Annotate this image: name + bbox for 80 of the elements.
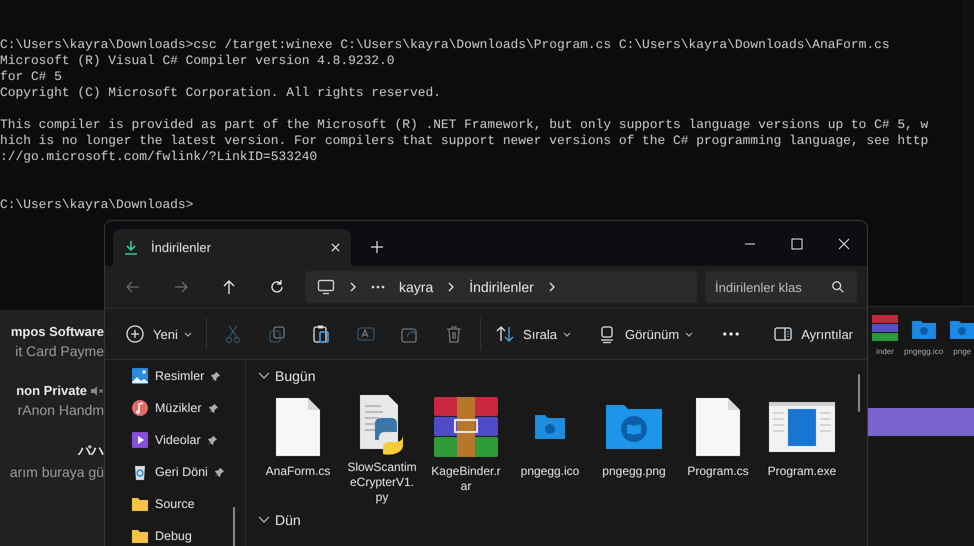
nav-pane-item[interactable]: Source bbox=[105, 488, 245, 520]
maximize-icon[interactable] bbox=[791, 238, 803, 250]
terminal-line: ://go.microsoft.com/fwlink/?LinkID=533240 bbox=[0, 149, 318, 165]
picture-icon bbox=[131, 367, 149, 385]
chat-preview: it Card Payme bbox=[15, 343, 104, 359]
terminal-line: This compiler is provided as part of the Microsoft (R) .NET Framework, but only supports language versions up to C# 5, w bbox=[0, 117, 928, 133]
python-file-icon[interactable] bbox=[359, 394, 405, 456]
chat-preview: rAnon Handm bbox=[18, 402, 104, 418]
terminal-line: Microsoft (R) Visual C# Compiler version 4.8.9232.0 bbox=[0, 53, 395, 69]
sort-icon bbox=[495, 324, 516, 344]
group-header[interactable]: Bugün bbox=[254, 364, 316, 388]
video-icon bbox=[131, 431, 149, 449]
caret-icon bbox=[685, 332, 694, 336]
chevron-icon bbox=[349, 281, 357, 293]
music-note-icon bbox=[131, 399, 149, 417]
folder-icon[interactable] bbox=[534, 414, 566, 440]
address-bar[interactable]: kayra İndirilenler bbox=[305, 271, 697, 303]
back-arrow-icon bbox=[125, 279, 141, 295]
nav-pane-item[interactable]: Geri Döni bbox=[105, 456, 245, 488]
folder-icon bbox=[131, 527, 149, 545]
terminal-line: C:\Users\kayra\Downloads>csc /target:winexe C:\Users\kayra\Downloads\Program.cs C:\Users\kayra\Downloads\AnaForm.cs bbox=[0, 37, 890, 53]
group-header[interactable]: Dün bbox=[254, 508, 301, 532]
file-name[interactable]: KageBinder.rar bbox=[431, 464, 501, 494]
close-icon[interactable] bbox=[838, 238, 850, 250]
monitor-icon bbox=[317, 279, 335, 295]
desktop-icon-label: inder bbox=[876, 347, 894, 356]
forward-arrow-icon bbox=[173, 279, 189, 295]
file-name[interactable]: SlowScantimeCrypterV1.py bbox=[347, 460, 417, 505]
refresh-icon bbox=[269, 279, 285, 295]
new-tab-icon[interactable] bbox=[371, 241, 383, 253]
download-icon bbox=[123, 240, 139, 256]
chevron-icon bbox=[258, 372, 270, 380]
folder-icon bbox=[131, 495, 149, 513]
chat-title[interactable]: non Private bbox=[16, 383, 87, 398]
file-name[interactable]: Program.exe bbox=[767, 464, 837, 479]
scrollbar-thumb[interactable] bbox=[233, 507, 235, 546]
scrollbar-thumb[interactable] bbox=[858, 374, 860, 412]
caret-icon bbox=[563, 332, 572, 336]
chevron-icon bbox=[447, 281, 456, 293]
desktop-icon-label: pngegg.ico bbox=[904, 347, 944, 356]
view-button[interactable]: Görünüm bbox=[591, 317, 700, 351]
nav-pane-item[interactable]: Videolar bbox=[105, 424, 245, 456]
add-icon bbox=[125, 324, 145, 344]
chevron-icon bbox=[258, 516, 270, 524]
breadcrumb-item[interactable]: kayra bbox=[399, 279, 434, 295]
new-button[interactable]: Yeni bbox=[119, 317, 198, 351]
chat-title[interactable]: パハ bbox=[78, 442, 104, 460]
paste-icon bbox=[311, 324, 332, 344]
desktop-icon-label: pnge bbox=[953, 347, 972, 356]
file-name[interactable]: pngegg.ico bbox=[515, 464, 585, 479]
archive-books-icon[interactable] bbox=[433, 396, 499, 458]
terminal-line: hich is no longer the latest version. For compilers that support newer versions of the C# programming language, see http bbox=[0, 133, 928, 149]
file-name[interactable]: Program.cs bbox=[683, 464, 753, 479]
application-window-icon[interactable] bbox=[768, 401, 836, 453]
terminal-line: Copyright (C) Microsoft Corporation. All rights reserved. bbox=[0, 85, 441, 101]
chat-preview: arım buraya gü bbox=[10, 464, 104, 480]
nav-pane-item[interactable]: Debug bbox=[105, 520, 245, 546]
book-folder-icon[interactable] bbox=[605, 404, 663, 450]
terminal-line: for C# 5 bbox=[0, 69, 62, 85]
more-icon bbox=[723, 332, 740, 336]
chat-title[interactable]: mpos Software bbox=[10, 324, 104, 339]
more-icon[interactable] bbox=[371, 285, 385, 289]
search-icon bbox=[831, 280, 845, 294]
nav-pane-item[interactable]: Müzikler bbox=[105, 392, 245, 424]
terminal-line: C:\Users\kayra\Downloads> bbox=[0, 197, 194, 213]
chevron-icon bbox=[548, 281, 556, 293]
search-field[interactable]: İndirilenler klas bbox=[705, 271, 857, 303]
file-name[interactable]: pngegg.png bbox=[599, 464, 669, 479]
up-arrow-icon bbox=[221, 279, 237, 295]
document-icon[interactable] bbox=[275, 397, 321, 457]
nav-pane-item[interactable]: Resimler bbox=[105, 360, 245, 392]
breadcrumb-item[interactable]: İndirilenler bbox=[469, 279, 534, 295]
details-button[interactable]: Ayrıntılar bbox=[767, 317, 859, 351]
caret-icon bbox=[184, 332, 192, 336]
copy-icon bbox=[267, 324, 288, 344]
sort-button[interactable]: Sırala bbox=[489, 317, 578, 351]
close-icon[interactable] bbox=[330, 242, 341, 253]
folder-tab[interactable]: İndirilenler bbox=[113, 229, 351, 266]
document-icon[interactable] bbox=[695, 397, 741, 457]
file-name[interactable]: AnaForm.cs bbox=[263, 464, 333, 479]
